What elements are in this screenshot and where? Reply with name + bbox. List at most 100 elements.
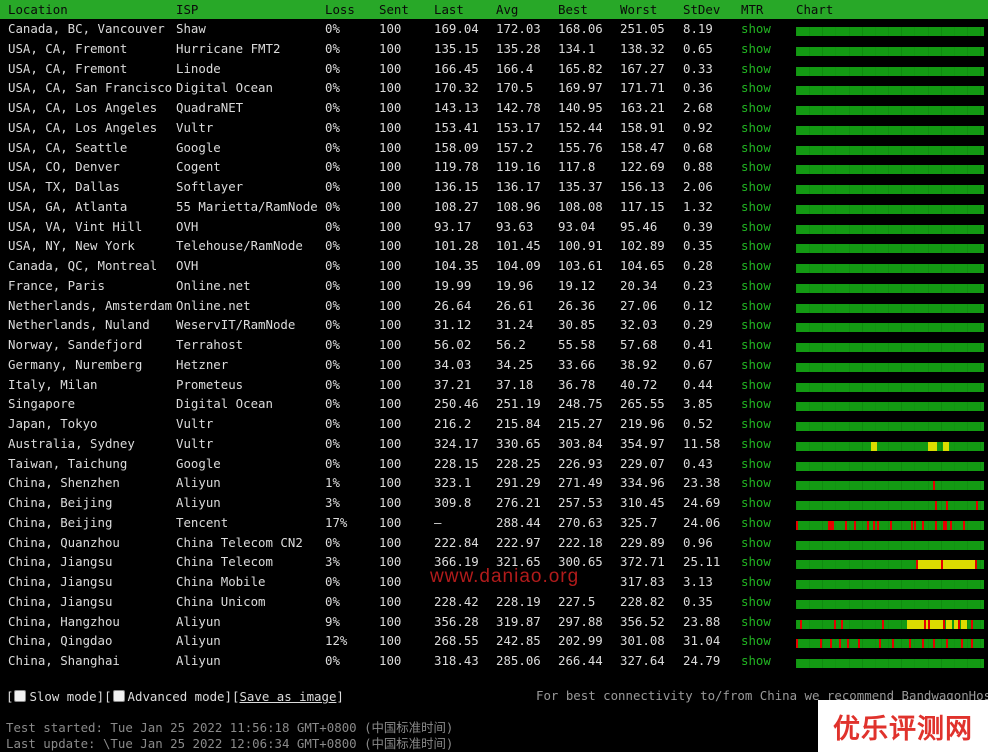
mtr-show-link[interactable]: show — [741, 357, 771, 372]
chart-texture — [927, 244, 929, 254]
mtr-show-link[interactable]: show — [741, 179, 771, 194]
mtr-show-link[interactable]: show — [741, 574, 771, 589]
cell-worst: 372.71 — [620, 554, 665, 570]
chart-texture — [848, 224, 850, 234]
mtr-show-link[interactable]: show — [741, 535, 771, 550]
chart-texture — [796, 619, 797, 629]
mtr-show-link[interactable]: show — [741, 515, 771, 530]
chart-texture — [822, 501, 824, 510]
mtr-show-link[interactable]: show — [741, 21, 771, 36]
cell-avg: 19.96 — [496, 277, 534, 293]
chart-texture — [796, 204, 797, 214]
mtr-show-link[interactable]: show — [741, 396, 771, 411]
mtr-show-link[interactable]: show — [741, 594, 771, 609]
chart-texture — [822, 244, 824, 254]
mtr-show-link[interactable]: show — [741, 258, 771, 273]
cell-location: Netherlands, Nuland — [8, 317, 150, 333]
mtr-show-link[interactable]: show — [741, 238, 771, 253]
cell-worst: 32.03 — [620, 317, 658, 333]
mtr-show-link[interactable]: show — [741, 317, 771, 332]
chart-packet-loss — [799, 619, 802, 629]
chart-texture — [980, 441, 982, 451]
chart-texture — [835, 639, 837, 649]
mtr-show-link[interactable]: show — [741, 140, 771, 155]
mtr-show-link[interactable]: show — [741, 219, 771, 234]
mtr-show-link[interactable]: show — [741, 633, 771, 648]
table-row: USA, CA, Seattle Google 0% 100 158.09 157.2 15… — [0, 138, 988, 158]
mtr-show-link[interactable]: show — [741, 377, 771, 392]
cell-worst: 219.96 — [620, 416, 665, 431]
mtr-show-link[interactable]: show — [741, 456, 771, 471]
chart-packet-loss — [796, 520, 798, 530]
mtr-show-link[interactable]: show — [741, 100, 771, 115]
save-as-image-link[interactable]: Save as image — [239, 689, 336, 704]
chart-texture — [822, 580, 824, 589]
mtr-show-link[interactable]: show — [741, 337, 771, 352]
mtr-show-link[interactable]: show — [741, 159, 771, 174]
mtr-show-link[interactable]: show — [741, 120, 771, 135]
chart-texture — [822, 560, 824, 570]
mtr-show-link[interactable]: show — [741, 495, 771, 510]
chart-texture — [967, 362, 969, 372]
cell-best: 270.63 — [558, 514, 603, 530]
chart-texture — [953, 520, 955, 530]
cell-avg: 291.29 — [496, 475, 541, 491]
chart-texture — [927, 659, 929, 668]
cell-best: 33.66 — [558, 356, 596, 372]
chart-texture — [835, 540, 837, 550]
chart-texture — [980, 639, 982, 649]
chart-texture — [848, 501, 850, 510]
chart-texture — [888, 66, 890, 76]
cell-isp: Online.net — [176, 297, 251, 313]
chart-texture — [940, 501, 942, 510]
cell-avg: 285.06 — [496, 653, 541, 668]
slow-mode-checkbox[interactable] — [14, 690, 27, 702]
chart-texture — [822, 520, 824, 530]
chart-texture — [874, 66, 876, 76]
table-row: USA, CA, Los Angeles QuadraNET 0% 100 143.13… — [0, 98, 988, 118]
mtr-show-link[interactable]: show — [741, 298, 771, 313]
cell-stdev: 0.65 — [683, 40, 713, 56]
chart-texture — [953, 224, 955, 234]
mtr-show-link[interactable]: show — [741, 80, 771, 95]
cell-worst: 102.89 — [620, 238, 665, 254]
advanced-mode-checkbox[interactable] — [112, 690, 125, 702]
chart-texture — [888, 264, 890, 273]
cell-worst: 27.06 — [620, 297, 658, 313]
mtr-show-link[interactable]: show — [741, 61, 771, 76]
ping-results-page: Location ISP Loss Sent Last Avg Best Wor… — [0, 0, 988, 752]
chart-texture — [901, 86, 903, 96]
mtr-show-link[interactable]: show — [741, 199, 771, 214]
chart-texture — [980, 86, 982, 96]
mtr-show-link[interactable]: show — [741, 278, 771, 293]
table-row: Australia, Sydney Vultr 0% 100 324.17 330.65 3… — [0, 434, 988, 454]
latency-chart — [796, 145, 984, 155]
mtr-show-link[interactable]: show — [741, 436, 771, 451]
mtr-show-link[interactable]: show — [741, 475, 771, 490]
chart-texture — [940, 224, 942, 234]
chart-texture — [901, 619, 903, 629]
chart-texture — [980, 185, 982, 194]
cell-last: 56.02 — [434, 337, 472, 352]
chart-texture — [953, 540, 955, 550]
cell-worst: 104.65 — [620, 258, 665, 273]
mtr-show-link[interactable]: show — [741, 416, 771, 431]
chart-texture — [848, 204, 850, 214]
chart-texture — [861, 244, 863, 254]
chart-packet-loss — [839, 639, 842, 649]
chart-packet-loss — [890, 520, 892, 530]
mtr-show-link[interactable]: show — [741, 653, 771, 668]
chart-texture — [809, 639, 811, 649]
cell-best: 165.82 — [558, 60, 603, 76]
cell-loss: 0% — [325, 534, 340, 550]
chart-texture — [822, 106, 824, 115]
latency-chart — [796, 659, 984, 668]
chart-texture — [861, 580, 863, 589]
chart-texture — [796, 343, 797, 352]
chart-texture — [914, 185, 916, 194]
chart-texture — [835, 580, 837, 589]
mtr-show-link[interactable]: show — [741, 554, 771, 569]
mtr-show-link[interactable]: show — [741, 41, 771, 56]
chart-texture — [980, 501, 982, 510]
mtr-show-link[interactable]: show — [741, 614, 771, 629]
